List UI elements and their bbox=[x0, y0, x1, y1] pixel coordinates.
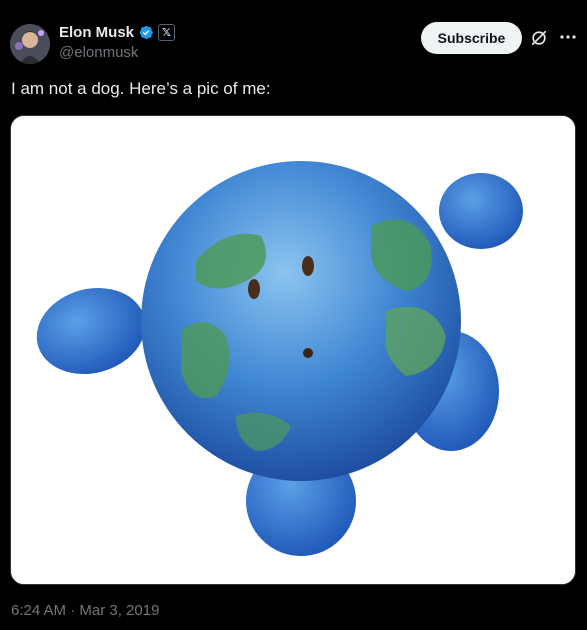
verified-badge-icon[interactable] bbox=[137, 24, 154, 41]
tweet-media[interactable] bbox=[10, 115, 576, 585]
subscribe-button[interactable]: Subscribe bbox=[421, 22, 522, 54]
avatar[interactable] bbox=[10, 24, 50, 64]
more-dots bbox=[560, 35, 576, 39]
more-icon[interactable] bbox=[557, 26, 579, 48]
x-logo-icon[interactable]: 𝕏 bbox=[158, 23, 176, 41]
author-name-row: Elon Musk 𝕏 bbox=[59, 22, 176, 42]
grok-icon[interactable] bbox=[530, 29, 548, 47]
plush-earth-image bbox=[11, 116, 575, 584]
tweet-timestamp[interactable]: 6:24 AM · Mar 3, 2019 bbox=[11, 602, 159, 619]
avatar-image bbox=[10, 24, 50, 64]
tweet-text: I am not a dog. Here’s a pic of me: bbox=[11, 79, 271, 98]
author-handle[interactable]: @elonmusk bbox=[59, 44, 138, 61]
author-name[interactable]: Elon Musk bbox=[59, 24, 134, 41]
